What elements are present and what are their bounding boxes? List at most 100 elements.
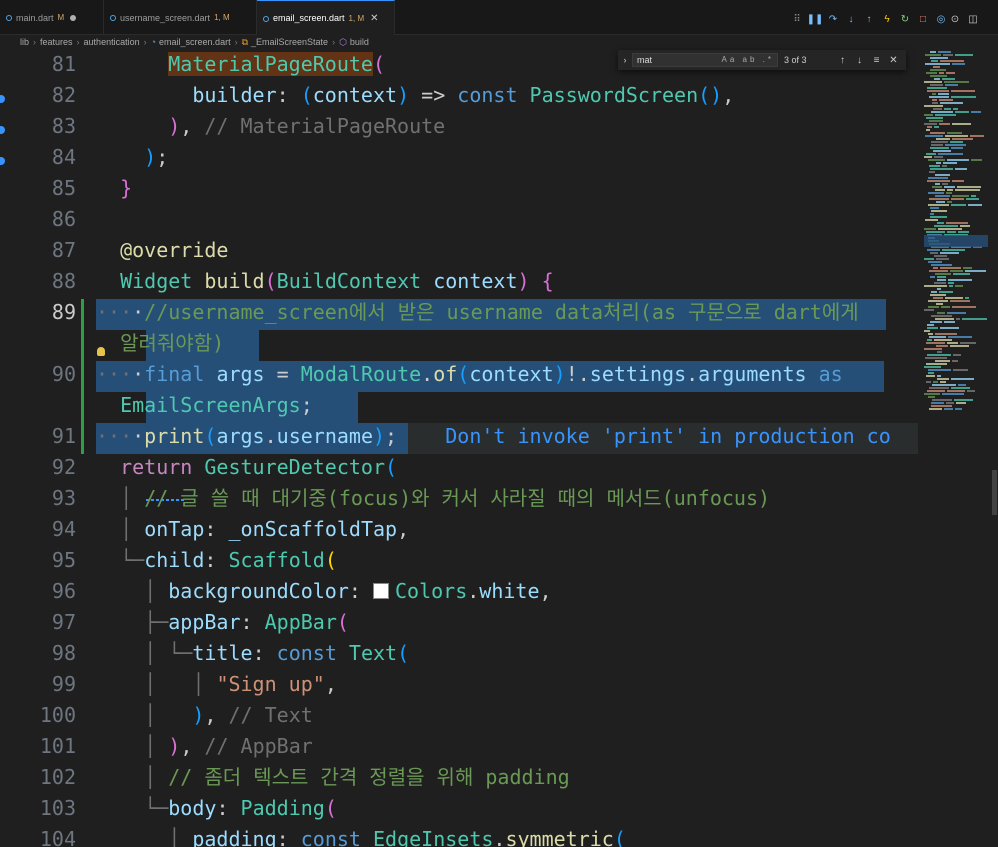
- minimap-line: [937, 312, 945, 314]
- line-code: │ // 좀더 텍스트 간격 정렬을 위해 padding: [144, 765, 570, 789]
- line-number: 104: [39, 827, 76, 847]
- minimap-line: [940, 327, 959, 329]
- hot-reload-icon[interactable]: ϟ: [878, 13, 896, 27]
- chevron-right-icon: ›: [33, 37, 37, 47]
- minimap-line: [930, 321, 942, 323]
- code-line: 104 │ padding: const EdgeInsets.symmetri…: [0, 824, 918, 847]
- dart-file-icon: ◔: [150, 37, 157, 47]
- tab-email-screen[interactable]: email_screen.dart 1, M ✕: [257, 0, 395, 35]
- minimap-line: [936, 162, 941, 164]
- minimap-line: [933, 108, 942, 110]
- minimap-line: [936, 303, 943, 305]
- minimap-line: [932, 186, 942, 188]
- minimap-line: [955, 189, 980, 191]
- previous-match-icon[interactable]: ↑: [834, 55, 851, 66]
- next-match-icon[interactable]: ↓: [851, 55, 868, 66]
- minimap-line: [928, 204, 949, 206]
- minimap[interactable]: [918, 49, 998, 847]
- code-editor[interactable]: 81 MaterialPageRoute( 82 builder: (conte…: [0, 49, 918, 847]
- stop-icon[interactable]: □: [914, 13, 932, 27]
- minimap-line: [965, 270, 986, 272]
- vertical-scrollbar[interactable]: [992, 470, 997, 515]
- minimap-line: [926, 72, 937, 74]
- step-over-icon[interactable]: ↷: [824, 13, 842, 27]
- minimap-line: [932, 99, 937, 101]
- line-code: │ ), // AppBar: [144, 734, 313, 758]
- tab-username-screen[interactable]: username_screen.dart 1, M: [104, 0, 257, 35]
- minimap-line: [971, 111, 981, 113]
- drag-handle-icon[interactable]: ⠿: [788, 13, 806, 27]
- chevron-right-icon: ›: [76, 37, 80, 47]
- line-code: │ ), // Text: [144, 703, 313, 727]
- find-input[interactable]: mat Aa ab .*: [632, 53, 778, 67]
- tab-status: 1, M: [348, 13, 365, 23]
- breadcrumb-item[interactable]: _EmailScreenState: [251, 37, 328, 47]
- find-options[interactable]: Aa ab .*: [722, 55, 774, 64]
- minimap-line: [955, 408, 962, 410]
- step-out-icon[interactable]: ↑: [860, 13, 878, 27]
- tab-label: main.dart: [16, 12, 54, 23]
- minimap-line: [935, 114, 956, 116]
- step-into-icon[interactable]: ↓: [842, 13, 860, 27]
- minimap-line: [968, 204, 982, 206]
- minimap-line: [967, 390, 975, 392]
- match-count: 3 of 3: [784, 55, 807, 65]
- line-code: │ padding: const EdgeInsets.symmetric(: [168, 827, 626, 847]
- minimap-line: [947, 189, 953, 191]
- minimap-line: [947, 342, 958, 344]
- minimap-line: [931, 60, 938, 62]
- minimap-line: [924, 81, 942, 83]
- find-query: mat: [637, 55, 653, 65]
- minimap-line: [937, 276, 946, 278]
- dart-file-icon: [6, 15, 12, 21]
- minimap-line: [928, 369, 951, 371]
- minimap-line: [957, 186, 981, 188]
- minimap-line: [942, 165, 947, 167]
- toggle-replace-icon[interactable]: ›: [618, 55, 632, 65]
- breadcrumb-item[interactable]: authentication: [84, 37, 140, 47]
- find-widget: › mat Aa ab .* 3 of 3 ↑ ↓ ≡ ✕: [618, 50, 906, 70]
- line-code: );: [144, 145, 169, 169]
- open-changes-icon[interactable]: ⊙: [946, 13, 964, 27]
- minimap-line: [941, 306, 950, 308]
- minimap-line: [947, 231, 956, 233]
- minimap-line: [929, 336, 946, 338]
- minimap-line: [926, 129, 930, 131]
- breadcrumb-item[interactable]: build: [350, 37, 369, 47]
- minimap-line: [927, 339, 932, 341]
- line-code: ····print(args.username); Don't invoke '…: [96, 424, 891, 448]
- minimap-line: [937, 222, 944, 224]
- color-swatch[interactable]: [372, 583, 389, 599]
- minimap-line: [942, 78, 955, 80]
- minimap-line: [927, 324, 934, 326]
- minimap-line: [933, 381, 938, 383]
- pause-icon[interactable]: ❚❚: [806, 13, 824, 27]
- close-find-icon[interactable]: ✕: [885, 55, 902, 66]
- split-editor-icon[interactable]: ◫: [964, 13, 982, 27]
- minimap-line: [944, 108, 951, 110]
- minimap-line: [931, 144, 943, 146]
- minimap-line: [938, 153, 963, 155]
- chevron-right-icon: ›: [332, 37, 336, 47]
- code-line: 88 Widget build(BuildContext context) {: [0, 266, 918, 297]
- minimap-line: [935, 333, 957, 335]
- minimap-line: [950, 141, 963, 143]
- code-line: 82 builder: (context) => const PasswordS…: [0, 80, 918, 111]
- breadcrumb: lib › features › authentication › ◔ emai…: [0, 35, 998, 49]
- close-icon[interactable]: ✕: [370, 13, 378, 24]
- minimap-line: [931, 291, 937, 293]
- minimap-line: [944, 321, 955, 323]
- breadcrumb-item[interactable]: features: [40, 37, 73, 47]
- minimap-line: [928, 177, 948, 179]
- minimap-line: [934, 255, 947, 257]
- minimap-line: [935, 273, 951, 275]
- minimap-line: [965, 297, 969, 299]
- breadcrumb-item[interactable]: email_screen.dart: [159, 37, 231, 47]
- minimap-line: [938, 93, 949, 95]
- restart-icon[interactable]: ↻: [896, 13, 914, 27]
- find-in-selection-icon[interactable]: ≡: [868, 55, 885, 66]
- breadcrumb-item[interactable]: lib: [20, 37, 29, 47]
- tab-main-dart[interactable]: main.dart M: [0, 0, 104, 35]
- unsaved-dot-icon[interactable]: [70, 14, 77, 21]
- minimap-line: [939, 99, 953, 101]
